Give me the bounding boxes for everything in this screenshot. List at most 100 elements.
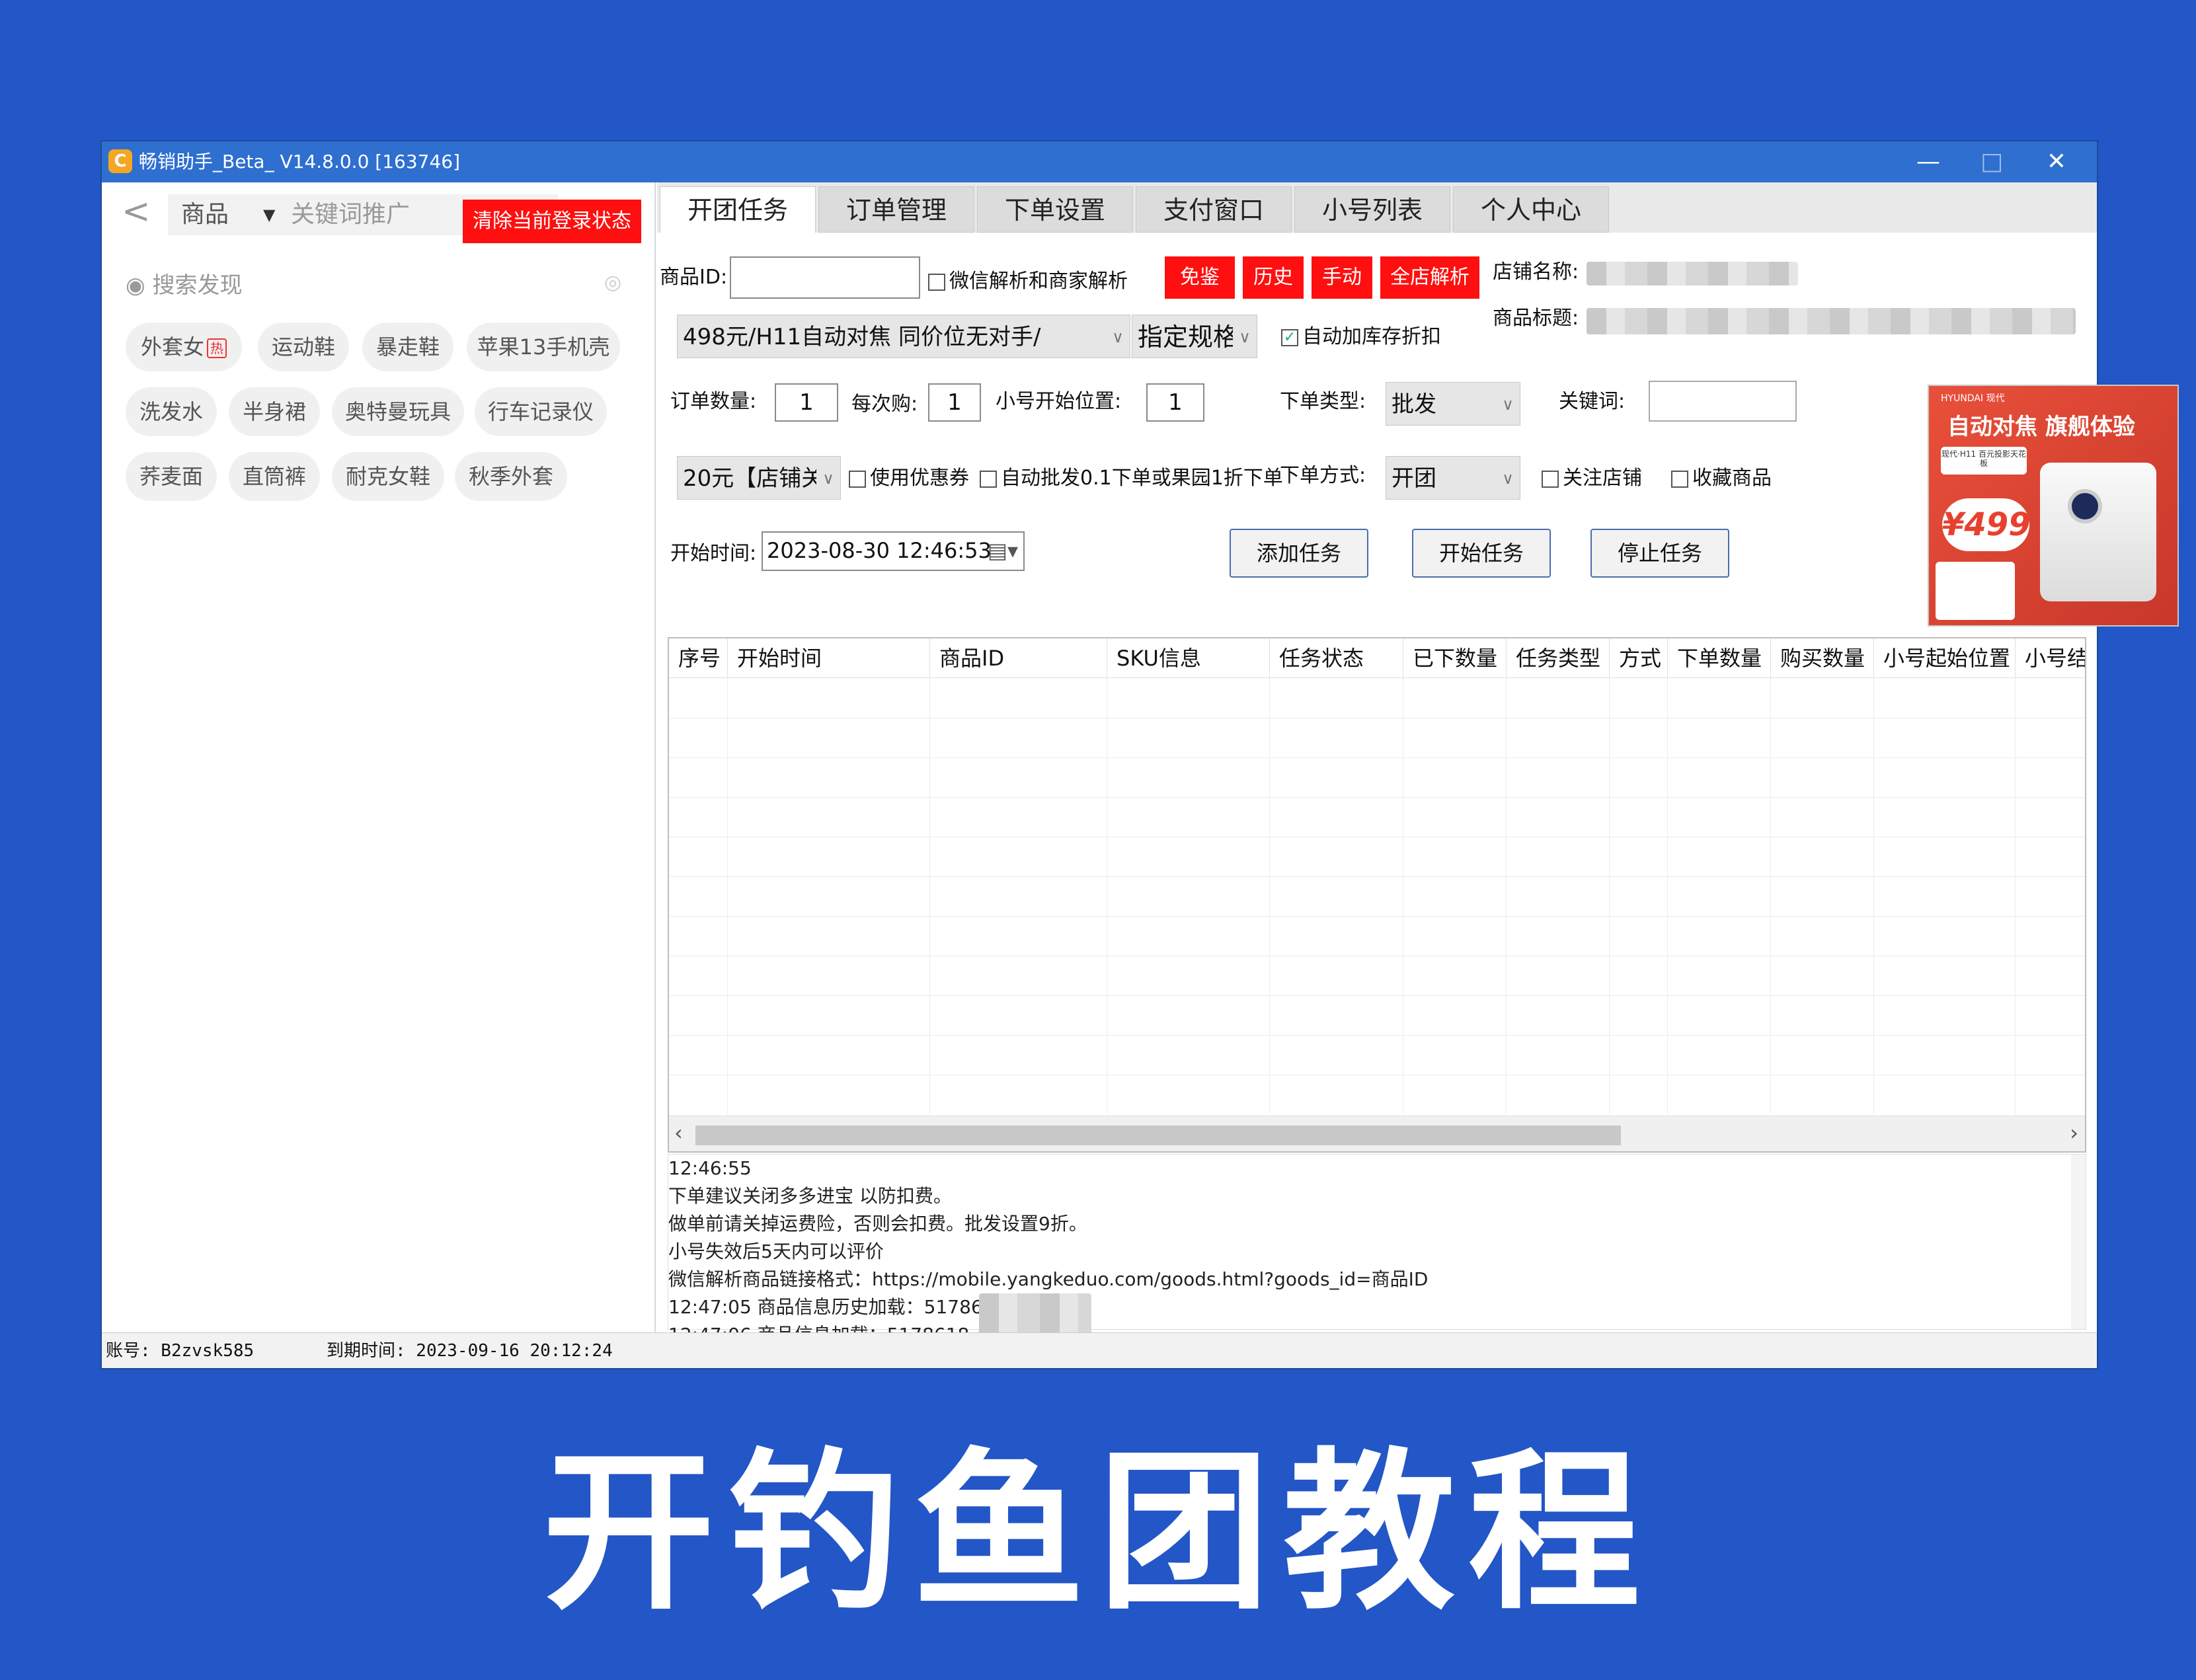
checkbox-icon xyxy=(849,470,866,488)
wechat-parse-checkbox[interactable]: 微信解析和商家解析 xyxy=(928,264,1128,299)
auto-stock-checkbox[interactable]: ✓ 自动加库存折扣 xyxy=(1281,320,1441,354)
scrollbar-thumb[interactable] xyxy=(695,1126,1621,1145)
product-promo-image: HYUNDAI 现代 自动对焦 旗舰体验 现代·H11 百元投影天花板 ¥499 xyxy=(1928,385,2179,627)
checkbox-icon xyxy=(980,470,997,488)
order-method-select[interactable]: 开团 ∨ xyxy=(1386,456,1520,500)
promo-brand: HYUNDAI 现代 xyxy=(1941,393,2005,404)
vertical-scrollbar[interactable] xyxy=(2071,1155,2086,1329)
account-start-input[interactable]: 1 xyxy=(1146,383,1204,422)
col-ordered-qty[interactable]: 已下数量 xyxy=(1403,638,1506,678)
col-task-type[interactable]: 任务类型 xyxy=(1506,638,1609,678)
sku-select[interactable]: 498元/H11自动对焦 同价位无对手/∨ xyxy=(677,315,1130,358)
log-line: 微信解析商品链接格式：https://mobile.yangkeduo.com/… xyxy=(668,1268,1429,1290)
collect-product-checkbox[interactable]: 收藏商品 xyxy=(1671,461,1772,496)
col-line xyxy=(1770,678,1771,1114)
back-icon[interactable]: < xyxy=(122,192,151,231)
tag-item[interactable]: 秋季外套 xyxy=(455,452,567,501)
maximize-button[interactable]: □ xyxy=(1962,141,2021,182)
product-id-label: 商品ID: xyxy=(660,266,728,289)
order-qty-input[interactable]: 1 xyxy=(775,383,838,422)
stop-task-button[interactable]: 停止任务 xyxy=(1590,529,1729,578)
tag-item[interactable]: 暴走鞋 xyxy=(362,323,453,371)
col-task-status[interactable]: 任务状态 xyxy=(1269,638,1403,678)
row-line xyxy=(669,995,2085,996)
follow-shop-checkbox[interactable]: 关注店铺 xyxy=(1542,461,1642,496)
tab-payment-window[interactable]: 支付窗口 xyxy=(1136,186,1292,233)
hot-badge-icon: 热 xyxy=(207,338,227,358)
tag-item[interactable]: 苹果13手机壳 xyxy=(467,323,620,371)
mianjian-button[interactable]: 免鉴 xyxy=(1165,256,1235,299)
history-button[interactable]: 历史 xyxy=(1243,256,1304,299)
col-line xyxy=(1667,678,1668,1114)
chevron-down-icon: ∨ xyxy=(1106,315,1130,358)
order-type-select[interactable]: 批发 ∨ xyxy=(1386,382,1520,426)
row-line xyxy=(669,876,2085,877)
tag-item[interactable]: 洗发水 xyxy=(126,387,217,436)
col-start-time[interactable]: 开始时间 xyxy=(727,638,929,678)
promo-info-card xyxy=(1936,562,2015,620)
tag-item[interactable]: 行车记录仪 xyxy=(475,387,607,436)
tab-group-task[interactable]: 开团任务 xyxy=(660,186,816,233)
start-time-picker[interactable]: 2023-08-30 12:46:53 ▤▾ xyxy=(762,531,1025,571)
shop-parse-button[interactable]: 全店解析 xyxy=(1380,256,1479,299)
tag-item[interactable]: 荞麦面 xyxy=(126,452,217,501)
account-status: 账号: B2zvsk585 xyxy=(106,1341,255,1361)
minimize-button[interactable]: — xyxy=(1899,141,1958,182)
col-order-qty[interactable]: 下单数量 xyxy=(1667,638,1770,678)
tag-item[interactable]: 半身裙 xyxy=(229,387,320,436)
chevron-down-icon: ∨ xyxy=(1496,457,1520,499)
tag-item[interactable]: 奥特曼玩具 xyxy=(332,387,464,436)
search-discover-label: 搜索发现 xyxy=(152,272,243,299)
projector-illustration xyxy=(2040,463,2156,601)
add-task-button[interactable]: 添加任务 xyxy=(1230,529,1368,578)
product-id-input[interactable] xyxy=(730,256,920,299)
use-coupon-checkbox[interactable]: 使用优惠券 xyxy=(849,461,969,496)
horizontal-scrollbar[interactable]: ‹ › xyxy=(669,1116,2085,1151)
col-line xyxy=(1506,678,1507,1114)
coupon-select[interactable]: 20元【店铺关注 ∨ xyxy=(677,456,841,500)
tag-item[interactable]: 运动鞋 xyxy=(258,323,349,371)
calendar-icon[interactable]: ▤▾ xyxy=(988,533,1018,568)
keyword-input[interactable]: 关键词推广 xyxy=(291,194,410,235)
tag-item[interactable]: 直筒裤 xyxy=(229,452,320,501)
task-table: 序号 开始时间 商品ID SKU信息 任务状态 已下数量 任务类型 方式 下单数… xyxy=(668,637,2086,1153)
col-product-id[interactable]: 商品ID xyxy=(929,638,1107,678)
col-method[interactable]: 方式 xyxy=(1609,638,1667,678)
per-buy-input[interactable]: 1 xyxy=(928,383,981,422)
auto-wholesale-checkbox[interactable]: 自动批发0.1下单或果园1折下单 xyxy=(980,461,1283,496)
row-line xyxy=(669,916,2085,917)
compass-icon: ◉ xyxy=(126,272,153,299)
log-line: 下单建议关闭多多进宝 以防扣费。 xyxy=(668,1185,952,1207)
col-sku-info[interactable]: SKU信息 xyxy=(1107,638,1269,678)
manual-button[interactable]: 手动 xyxy=(1312,256,1372,299)
col-account-end[interactable]: 小号结 xyxy=(2015,638,2085,678)
col-line xyxy=(727,678,728,1114)
chevron-down-icon: ▼ xyxy=(263,206,276,224)
tab-order-management[interactable]: 订单管理 xyxy=(818,186,974,233)
col-account-start[interactable]: 小号起始位置 xyxy=(1873,638,2015,678)
spec-select[interactable]: 指定规格 ∨ xyxy=(1132,315,1257,358)
checkbox-icon xyxy=(1671,470,1688,488)
col-buy-qty[interactable]: 购买数量 xyxy=(1770,638,1873,678)
clear-login-button[interactable]: 清除当前登录状态 xyxy=(463,200,641,243)
start-task-button[interactable]: 开始任务 xyxy=(1412,529,1551,578)
scroll-right-icon[interactable]: › xyxy=(2070,1120,2078,1145)
tag-item[interactable]: 耐克女鞋 xyxy=(332,452,444,501)
product-title-label: 商品标题: xyxy=(1493,307,1579,330)
keyword-input[interactable] xyxy=(1649,381,1797,422)
col-index[interactable]: 序号 xyxy=(669,638,727,678)
tab-personal-center[interactable]: 个人中心 xyxy=(1453,186,1609,233)
scroll-left-icon[interactable]: ‹ xyxy=(674,1120,683,1145)
log-line: 做单前请关掉运费险，否则会扣费。批发设置9折。 xyxy=(668,1213,1087,1235)
log-line: 小号失效后5天内可以评价 xyxy=(668,1241,884,1262)
title-bar[interactable]: C 畅销助手_Beta_ V14.8.0.0 [163746] — □ ✕ xyxy=(102,141,2097,182)
shop-name-value-redacted xyxy=(1587,262,1798,286)
close-button[interactable]: ✕ xyxy=(2027,141,2086,182)
checkbox-icon xyxy=(928,273,945,291)
chevron-down-icon: ∨ xyxy=(1233,315,1257,358)
tag-item[interactable]: 外套女热 xyxy=(126,323,242,371)
main-panel: 开团任务 订单管理 下单设置 支付窗口 小号列表 个人中心 商品ID: 微信解析… xyxy=(657,182,2179,1357)
tab-order-settings[interactable]: 下单设置 xyxy=(977,186,1133,233)
eye-icon[interactable]: ◎ xyxy=(604,271,621,294)
tab-account-list[interactable]: 小号列表 xyxy=(1294,186,1450,233)
